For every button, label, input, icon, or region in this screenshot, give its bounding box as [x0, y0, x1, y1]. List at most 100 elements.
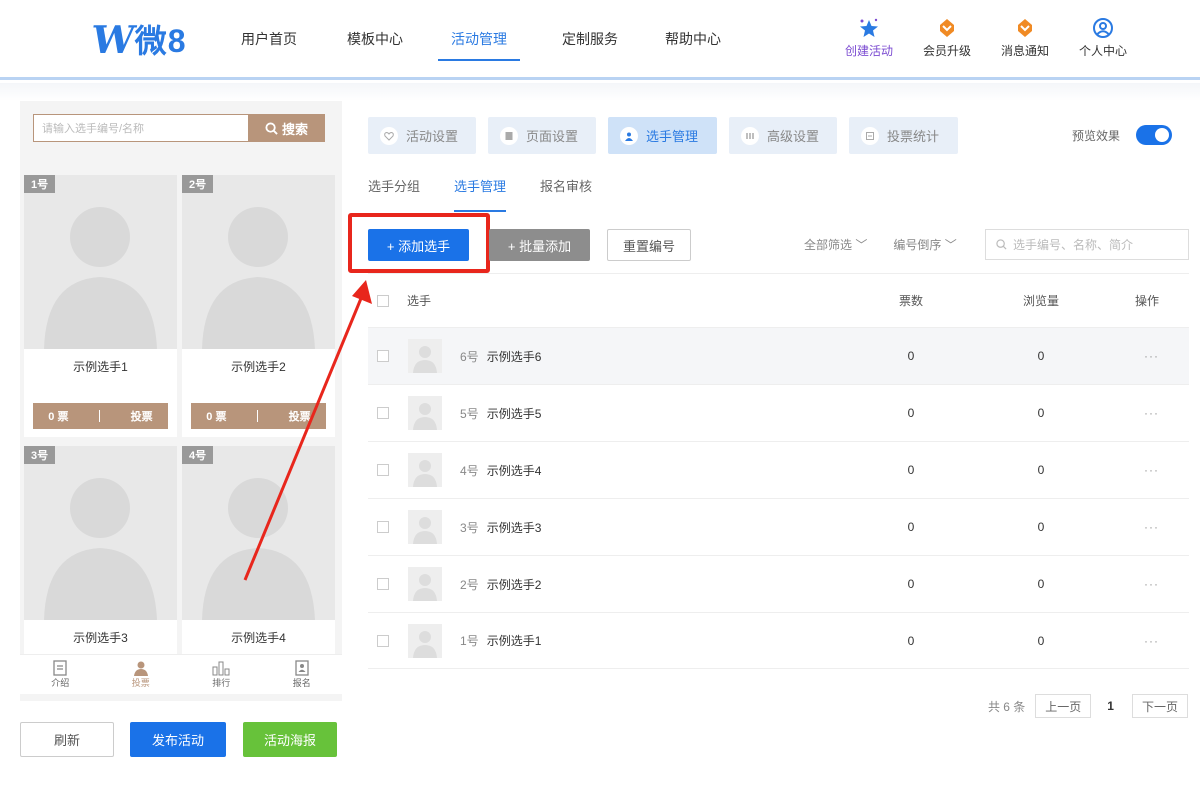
- filter-all-dropdown[interactable]: 全部筛选 ﹀: [804, 236, 867, 253]
- player-number-badge: 3号: [24, 446, 56, 464]
- next-page-button[interactable]: 下一页: [1131, 694, 1188, 718]
- user-center-button[interactable]: 个人中心: [1064, 16, 1142, 59]
- player-number: 6号: [460, 349, 479, 364]
- preview-actions: 刷新 发布活动 活动海报: [20, 722, 337, 757]
- vote-button[interactable]: 投票: [289, 408, 311, 424]
- settings-tabbar: 活动设置 页面设置 选手管理 高级设置 投票统计: [368, 117, 970, 154]
- tab-player-manage[interactable]: 选手管理: [608, 117, 717, 154]
- highlight-box: [348, 213, 490, 273]
- player-number: 5号: [460, 406, 479, 421]
- star-sparkle-icon: [858, 16, 880, 40]
- player-avatar: [408, 623, 442, 658]
- player-search-input[interactable]: 选手编号、名称、简介: [985, 229, 1189, 260]
- preview-effect-label: 预览效果: [1071, 128, 1120, 143]
- more-actions-icon[interactable]: ···: [1106, 349, 1189, 363]
- player-name: 示例选手2: [231, 359, 286, 374]
- vote-bar[interactable]: 0 票 投票: [33, 403, 168, 429]
- prev-page-button[interactable]: 上一页: [1035, 694, 1092, 718]
- tab-vote[interactable]: 投票: [101, 655, 182, 694]
- row-checkbox[interactable]: [377, 578, 389, 590]
- select-all-checkbox[interactable]: [377, 294, 389, 307]
- member-upgrade-button[interactable]: 会员升级: [908, 16, 986, 59]
- publish-activity-button[interactable]: 发布活动: [130, 722, 226, 757]
- nav-item-home[interactable]: 用户首页: [226, 0, 312, 77]
- player-avatar: [408, 339, 442, 373]
- player-icon: [620, 126, 638, 145]
- nav-item-help[interactable]: 帮助中心: [648, 0, 738, 77]
- nav-item-custom-service[interactable]: 定制服务: [532, 0, 648, 77]
- vote-count: 0: [907, 520, 915, 534]
- nav-item-templates[interactable]: 模板中心: [316, 0, 434, 77]
- filter-group: 全部筛选 ﹀ 编号倒序 ﹀: [804, 236, 957, 253]
- row-checkbox[interactable]: [377, 350, 389, 362]
- tab-vote-stats[interactable]: 投票统计: [849, 117, 958, 154]
- main-nav: 用户首页 模板中心 活动管理 定制服务 帮助中心: [226, 0, 738, 77]
- batch-add-button[interactable]: + 批量添加: [489, 229, 590, 261]
- sort-dropdown[interactable]: 编号倒序 ﹀: [893, 236, 956, 253]
- activity-poster-button[interactable]: 活动海报: [243, 722, 337, 757]
- tab-intro[interactable]: 介绍: [20, 655, 101, 694]
- brand-logo[interactable]: W 微8: [89, 17, 187, 62]
- member-upgrade-label: 会员升级: [922, 44, 971, 58]
- preview-search-bar: 请输入选手编号/名称 搜索: [33, 114, 325, 142]
- preview-effect-toggle[interactable]: [1136, 125, 1172, 145]
- subtab-signup-review[interactable]: 报名审核: [540, 176, 592, 212]
- table-row[interactable]: 3号 示例选手3 0 0 ···: [368, 498, 1189, 555]
- stats-icon: [861, 126, 879, 145]
- row-checkbox[interactable]: [377, 407, 389, 419]
- current-page[interactable]: 1: [1107, 699, 1114, 713]
- tab-advanced-settings[interactable]: 高级设置: [729, 117, 837, 154]
- tab-ranking[interactable]: 排行: [181, 655, 262, 694]
- row-checkbox[interactable]: [377, 464, 389, 476]
- total-count: 共 6 条: [987, 699, 1026, 714]
- more-actions-icon[interactable]: ···: [1106, 520, 1189, 534]
- vote-count: 0 票: [48, 411, 69, 423]
- vote-button[interactable]: 投票: [131, 408, 153, 424]
- player-card[interactable]: 2号 示例选手2 0 票 投票: [182, 175, 335, 437]
- page-icon: [500, 126, 518, 145]
- player-photo-placeholder: 2号: [182, 175, 335, 349]
- view-count: 0: [1037, 349, 1045, 363]
- tab-activity-settings[interactable]: 活动设置: [368, 117, 476, 154]
- refresh-button[interactable]: 刷新: [20, 722, 114, 757]
- vote-count: 0: [907, 349, 915, 363]
- row-checkbox[interactable]: [377, 634, 389, 647]
- subtab-player-groups[interactable]: 选手分组: [368, 176, 420, 212]
- chevron-down-icon: ﹀: [944, 238, 957, 252]
- player-table: 选手 票数 浏览量 操作 6号 示例选手6 0 0 ··· 5号 示例选手5 0 0…: [368, 273, 1189, 669]
- bar-chart-icon: [212, 661, 230, 676]
- table-row[interactable]: 6号 示例选手6 0 0 ···: [368, 327, 1189, 384]
- more-actions-icon[interactable]: ···: [1106, 406, 1189, 420]
- preview-search-input[interactable]: 请输入选手编号/名称: [33, 114, 248, 142]
- advanced-icon: [741, 126, 759, 145]
- player-avatar: [408, 453, 442, 487]
- view-count: 0: [1037, 633, 1045, 648]
- vote-bar[interactable]: 0 票 投票: [191, 403, 326, 429]
- more-actions-icon[interactable]: ···: [1106, 634, 1189, 648]
- row-checkbox[interactable]: [377, 521, 389, 533]
- player-avatar: [408, 567, 442, 601]
- preview-effect-control: 预览效果: [1072, 125, 1172, 145]
- player-card[interactable]: 3号 示例选手3: [24, 446, 177, 654]
- table-row[interactable]: 5号 示例选手5 0 0 ···: [368, 384, 1189, 441]
- player-name: 示例选手3: [73, 630, 128, 645]
- player-name: 示例选手4: [486, 463, 542, 478]
- player-name: 示例选手3: [486, 520, 542, 535]
- tab-signup[interactable]: 报名: [262, 655, 343, 694]
- subtab-player-manage[interactable]: 选手管理: [454, 176, 507, 212]
- notifications-button[interactable]: 消息通知: [986, 16, 1064, 59]
- more-actions-icon[interactable]: ···: [1106, 577, 1189, 591]
- create-activity-button[interactable]: 创建活动: [830, 16, 908, 59]
- nav-item-activity-manage[interactable]: 活动管理: [434, 0, 524, 77]
- table-row[interactable]: 2号 示例选手2 0 0 ···: [368, 555, 1189, 612]
- player-card[interactable]: 4号 示例选手4: [182, 446, 335, 654]
- table-row[interactable]: 4号 示例选手4 0 0 ···: [368, 441, 1189, 498]
- preview-search-button[interactable]: 搜索: [248, 114, 325, 142]
- header-votes: 票数: [898, 294, 923, 308]
- table-row[interactable]: 1号 示例选手1 0 0 ···: [368, 612, 1189, 669]
- more-actions-icon[interactable]: ···: [1106, 463, 1189, 477]
- player-card[interactable]: 1号 示例选手1 0 票 投票: [24, 175, 177, 437]
- reset-number-button[interactable]: 重置编号: [607, 229, 691, 261]
- tab-page-settings[interactable]: 页面设置: [488, 117, 596, 154]
- player-subtabs: 选手分组 选手管理 报名审核: [368, 176, 592, 212]
